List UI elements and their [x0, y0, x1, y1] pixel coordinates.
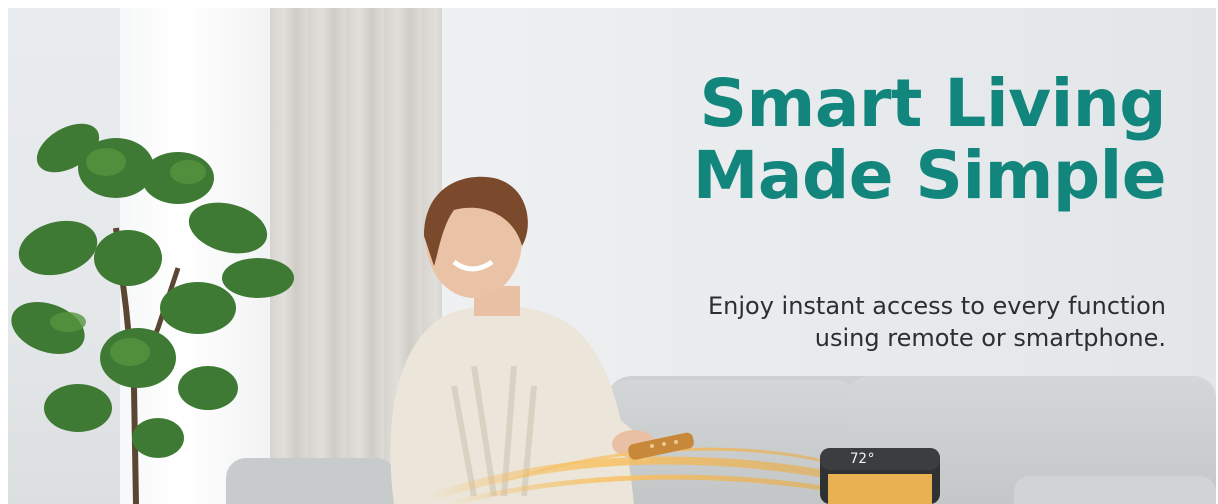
sofa-arm-right [1014, 476, 1216, 504]
subcopy-line-1: Enjoy instant access to every function [707, 292, 1166, 320]
plant-illustration [11, 123, 294, 504]
hero-banner: 72° Smart Living Made Simple Enjoy insta… [8, 8, 1216, 504]
remote-icon [628, 432, 694, 460]
headline-line-2: Made Simple [692, 137, 1167, 214]
headline-line-1: Smart Living [699, 65, 1167, 142]
subcopy-line-2: using remote or smartphone. [814, 324, 1166, 352]
warm-glow-effect [428, 447, 848, 504]
heater-icon: 72° [816, 444, 944, 504]
headline: Smart Living Made Simple [692, 65, 1167, 214]
heater-display: 72° [850, 451, 876, 467]
subcopy: Enjoy instant access to every function u… [708, 290, 1166, 354]
